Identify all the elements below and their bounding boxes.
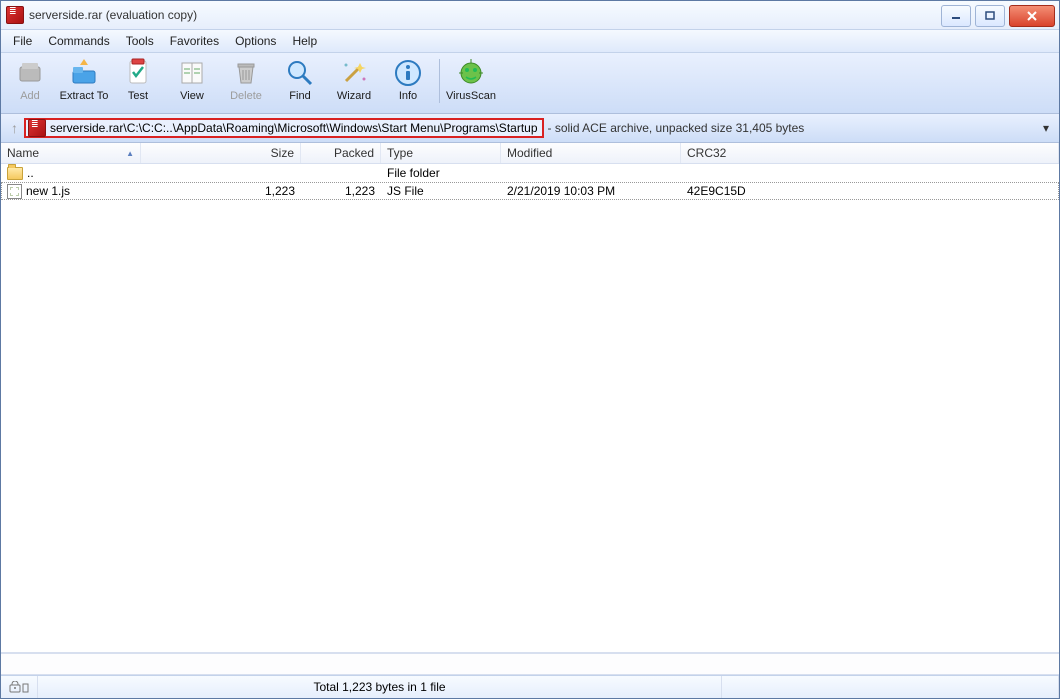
- test-icon: [122, 57, 154, 89]
- window-title: serverside.rar (evaluation copy): [29, 8, 197, 22]
- info-icon: [392, 57, 424, 89]
- column-headers: Name▲ Size Packed Type Modified CRC32: [1, 143, 1059, 164]
- menu-tools[interactable]: Tools: [118, 32, 162, 50]
- virusscan-icon: [455, 57, 487, 89]
- file-list[interactable]: .. File folder new 1.js 1,223 1,223 JS F…: [1, 164, 1059, 653]
- file-size: 1,223: [141, 184, 301, 198]
- column-type[interactable]: Type: [381, 143, 501, 163]
- menu-file[interactable]: File: [5, 32, 40, 50]
- extract-label: Extract To: [60, 90, 109, 102]
- minimize-button[interactable]: [941, 5, 971, 27]
- file-name: ..: [27, 166, 34, 180]
- virusscan-button[interactable]: VirusScan: [444, 55, 498, 109]
- jsfile-icon: [7, 184, 22, 199]
- pathbar: ↑ serverside.rar\C:\C:C:..\AppData\Roami…: [1, 114, 1059, 143]
- winrar-app-icon: [6, 6, 24, 24]
- path-text: serverside.rar\C:\C:C:..\AppData\Roaming…: [50, 121, 538, 135]
- column-packed[interactable]: Packed: [301, 143, 381, 163]
- add-button[interactable]: Add: [3, 55, 57, 109]
- up-arrow-icon[interactable]: ↑: [5, 120, 24, 136]
- file-type: JS File: [381, 184, 501, 198]
- file-packed: 1,223: [301, 184, 381, 198]
- file-name: new 1.js: [26, 184, 70, 198]
- toolbar-separator: [439, 59, 440, 103]
- close-button[interactable]: [1009, 5, 1055, 27]
- add-icon: [14, 57, 46, 89]
- titlebar[interactable]: serverside.rar (evaluation copy): [1, 1, 1059, 30]
- toolbar: Add Extract To Test View Delete: [1, 53, 1059, 114]
- path-dropdown-icon[interactable]: ▾: [1043, 121, 1049, 135]
- delete-label: Delete: [230, 90, 262, 102]
- list-item[interactable]: .. File folder: [1, 164, 1059, 182]
- lock-icon: [9, 681, 29, 693]
- test-label: Test: [128, 90, 148, 102]
- archive-info: - solid ACE archive, unpacked size 31,40…: [548, 121, 805, 135]
- column-name[interactable]: Name▲: [1, 143, 141, 163]
- virusscan-label: VirusScan: [446, 90, 496, 102]
- statusbar: Total 1,223 bytes in 1 file: [1, 675, 1059, 698]
- column-modified[interactable]: Modified: [501, 143, 681, 163]
- path-display-highlighted[interactable]: serverside.rar\C:\C:C:..\AppData\Roaming…: [24, 118, 544, 138]
- view-label: View: [180, 90, 204, 102]
- menu-options[interactable]: Options: [227, 32, 284, 50]
- folder-icon: [7, 167, 23, 180]
- file-type: File folder: [381, 166, 501, 180]
- test-button[interactable]: Test: [111, 55, 165, 109]
- sort-indicator-icon: ▲: [126, 149, 134, 158]
- menu-help[interactable]: Help: [284, 32, 325, 50]
- wizard-icon: [338, 57, 370, 89]
- wizard-label: Wizard: [337, 90, 371, 102]
- info-label: Info: [399, 90, 417, 102]
- info-button[interactable]: Info: [381, 55, 435, 109]
- find-label: Find: [289, 90, 310, 102]
- find-button[interactable]: Find: [273, 55, 327, 109]
- find-icon: [284, 57, 316, 89]
- file-crc: 42E9C15D: [681, 184, 1059, 198]
- view-icon: [176, 57, 208, 89]
- extract-button[interactable]: Extract To: [57, 55, 111, 109]
- status-left: [1, 676, 38, 698]
- archive-icon: [28, 119, 46, 137]
- window-controls: [937, 5, 1055, 25]
- menu-favorites[interactable]: Favorites: [162, 32, 227, 50]
- extract-icon: [68, 57, 100, 89]
- menu-commands[interactable]: Commands: [40, 32, 117, 50]
- view-button[interactable]: View: [165, 55, 219, 109]
- selection-panel: [1, 653, 1059, 675]
- wizard-button[interactable]: Wizard: [327, 55, 381, 109]
- file-modified: 2/21/2019 10:03 PM: [501, 184, 681, 198]
- status-total: Total 1,223 bytes in 1 file: [38, 676, 722, 698]
- column-crc[interactable]: CRC32: [681, 143, 1059, 163]
- status-right: [722, 676, 1059, 698]
- add-label: Add: [20, 90, 40, 102]
- delete-button[interactable]: Delete: [219, 55, 273, 109]
- delete-icon: [230, 57, 262, 89]
- menubar: File Commands Tools Favorites Options He…: [1, 30, 1059, 53]
- winrar-window: serverside.rar (evaluation copy) File Co…: [0, 0, 1060, 699]
- column-size[interactable]: Size: [141, 143, 301, 163]
- list-item[interactable]: new 1.js 1,223 1,223 JS File 2/21/2019 1…: [1, 182, 1059, 200]
- maximize-button[interactable]: [975, 5, 1005, 27]
